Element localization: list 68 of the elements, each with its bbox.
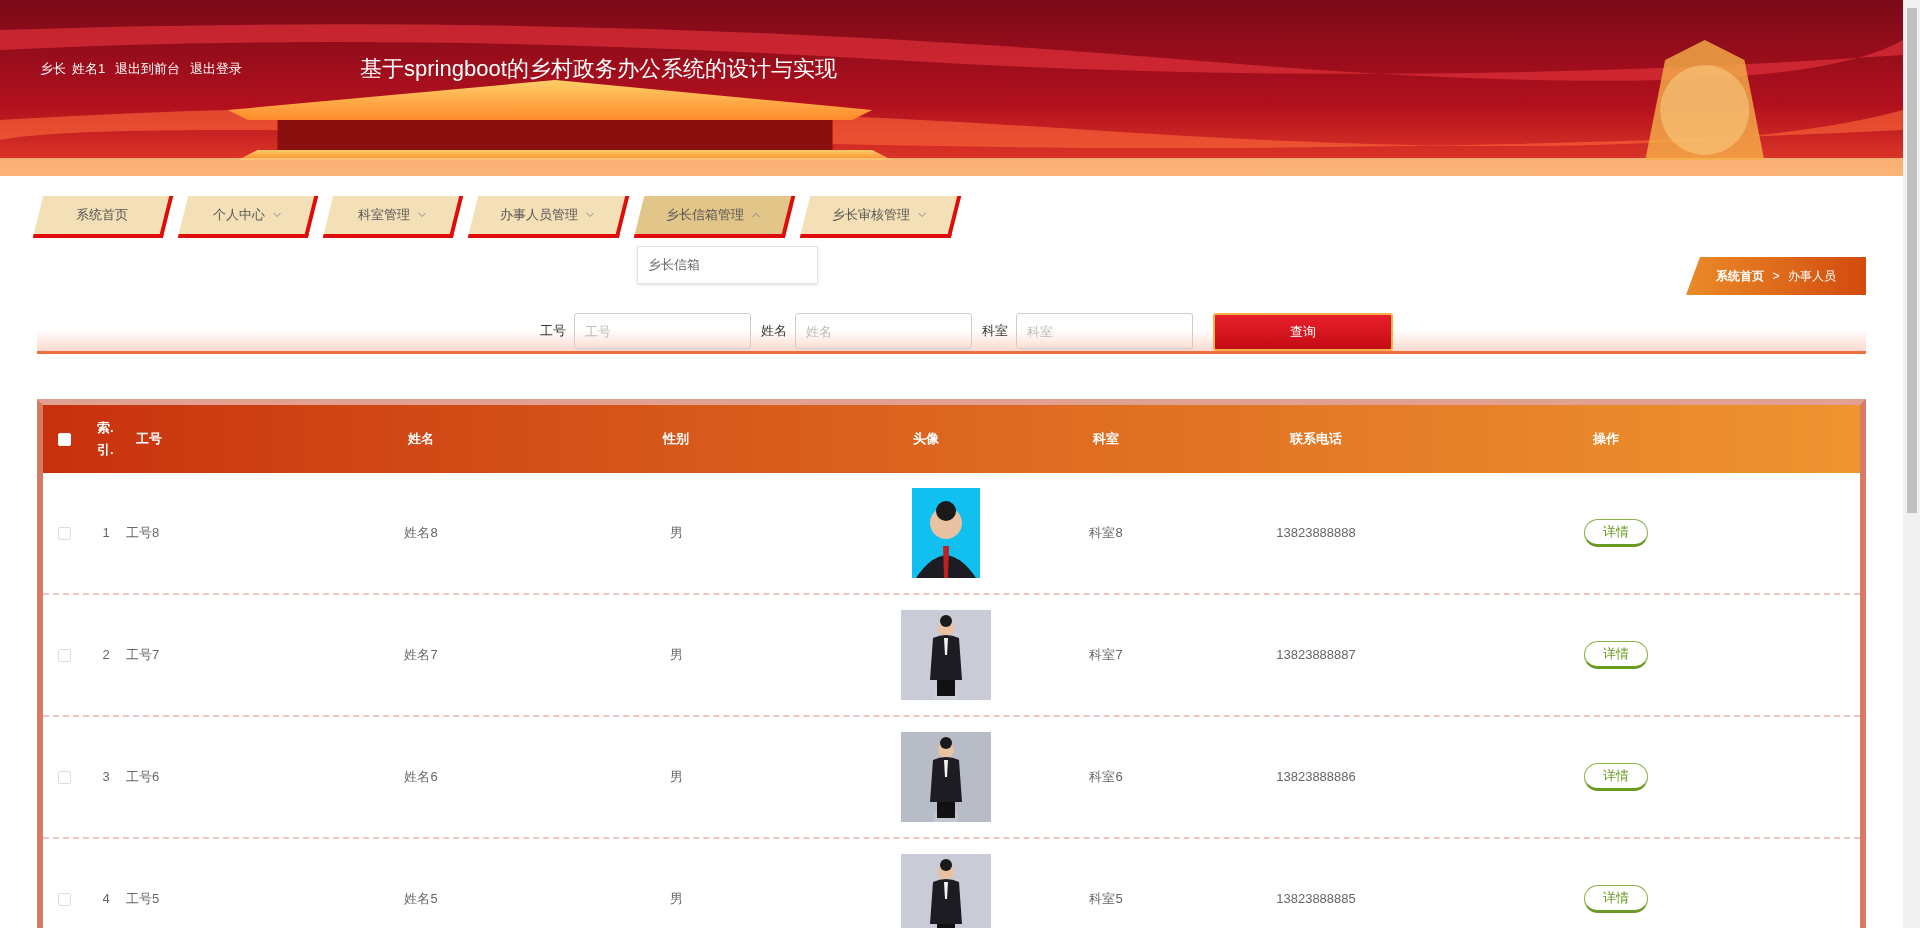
- details-button[interactable]: 详情: [1584, 519, 1648, 547]
- table-cell-text: 工号6: [126, 768, 160, 787]
- table-cell-text: 13823888888: [1276, 524, 1356, 543]
- column-header: 性别: [663, 430, 689, 449]
- user-role: 乡长: [40, 59, 66, 78]
- nav-tab[interactable]: 办事人员管理: [467, 196, 630, 238]
- select-all-checkbox[interactable]: [58, 432, 71, 446]
- table-cell-text: 男: [669, 890, 683, 909]
- field-label: 工号: [540, 322, 566, 341]
- table-cell-text: 男: [669, 524, 683, 543]
- table-cell-text: 姓名5: [404, 890, 438, 909]
- field-label: 姓名: [761, 322, 787, 341]
- search-field[interactable]: 工号: [574, 313, 751, 349]
- search-field[interactable]: 科室: [1016, 313, 1193, 349]
- field-label: 科室: [982, 322, 1008, 341]
- table-cell-text: 4: [102, 890, 110, 909]
- table-cell-text: 13823888887: [1276, 646, 1356, 665]
- row-checkbox[interactable]: [58, 770, 71, 784]
- caret-down-icon: [272, 212, 281, 218]
- search-field[interactable]: 姓名: [795, 313, 972, 349]
- nav-tab[interactable]: 个人中心: [177, 196, 319, 238]
- column-header: 联系电话: [1290, 430, 1342, 449]
- table-cell-text: 科室7: [1089, 646, 1123, 665]
- nav-tab[interactable]: 乡长审核管理: [799, 196, 962, 238]
- caret-down-icon: [417, 212, 426, 218]
- row-checkbox[interactable]: [58, 526, 71, 540]
- row-checkbox[interactable]: [58, 648, 71, 662]
- caret-up-icon: [751, 212, 761, 218]
- header-link[interactable]: 退出到前台: [115, 58, 181, 79]
- scrollbar[interactable]: [1903, 0, 1920, 928]
- table-cell-text: 工号7: [126, 646, 160, 665]
- column-header: 操作: [1593, 430, 1619, 449]
- column-header: 科室: [1093, 430, 1119, 449]
- caret-down-icon: [917, 212, 927, 218]
- table-cell-text: 科室6: [1089, 768, 1123, 787]
- table-cell-text: 1: [102, 524, 110, 543]
- table-cell-text: 男: [669, 646, 683, 665]
- nav-tab[interactable]: 系统首页: [32, 196, 174, 238]
- table-cell-text: 13823888885: [1276, 890, 1356, 909]
- column-header: 姓名: [408, 430, 434, 449]
- table-cell-text: 13823888886: [1276, 768, 1356, 787]
- caret-down-icon: [585, 212, 595, 218]
- row-checkbox[interactable]: [58, 892, 71, 906]
- details-button[interactable]: 详情: [1584, 641, 1648, 669]
- details-button[interactable]: 详情: [1584, 763, 1648, 791]
- table-cell-text: 姓名8: [404, 524, 438, 543]
- nav-tab[interactable]: 科室管理: [322, 196, 464, 238]
- column-header: 工号: [135, 430, 162, 449]
- table-cell-text: 2: [102, 646, 110, 665]
- table-cell-text: 男: [669, 768, 683, 787]
- table-cell-text: 工号8: [126, 524, 160, 543]
- column-header: 头像: [913, 430, 939, 449]
- table-cell-text: 姓名7: [404, 646, 438, 665]
- system-title: 基于springboot的乡村政务办公系统的设计与实现: [360, 55, 837, 83]
- table-cell-text: 工号5: [126, 890, 160, 909]
- search-button[interactable]: 查询: [1213, 313, 1393, 351]
- user-name: 姓名1: [72, 59, 106, 78]
- table-cell-text: 科室8: [1089, 524, 1123, 543]
- breadcrumb-separator: >: [1772, 268, 1780, 285]
- column-header: 索.引.: [97, 419, 115, 459]
- table-cell-text: 科室5: [1089, 890, 1123, 909]
- details-button[interactable]: 详情: [1584, 885, 1648, 913]
- nav-tab[interactable]: 乡长信箱管理: [633, 196, 796, 238]
- dropdown-item[interactable]: 乡长信箱: [638, 253, 817, 277]
- header-link[interactable]: 退出登录: [190, 58, 243, 79]
- table-cell-text: 3: [102, 768, 110, 787]
- table-cell-text: 姓名6: [404, 768, 438, 787]
- breadcrumb-current: 办事人员: [1787, 268, 1836, 285]
